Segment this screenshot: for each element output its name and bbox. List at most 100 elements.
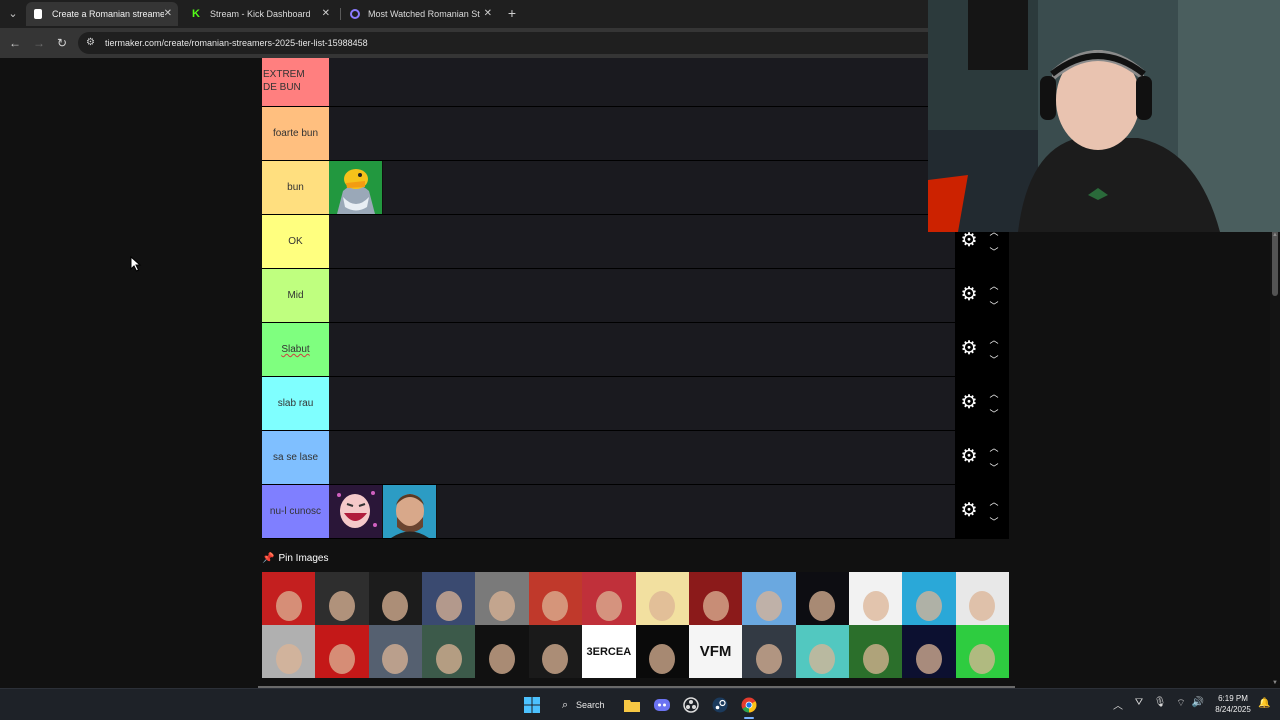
streamer-image-1-2[interactable] <box>315 572 369 625</box>
close-tab-icon[interactable]: ✕ <box>164 2 172 26</box>
chevron-up-icon[interactable]: ︿ <box>988 335 1000 345</box>
streamer-thumbnail-duck-wolf[interactable] <box>329 161 383 214</box>
streamer-thumbnail-man[interactable] <box>383 485 437 538</box>
streamer-image-2-3[interactable] <box>368 625 423 678</box>
streamer-image-1-13[interactable] <box>902 572 956 625</box>
tier-dropzone[interactable] <box>329 377 955 430</box>
streamer-image-2-4[interactable] <box>422 625 476 678</box>
tier-label-slab-rau[interactable]: slab rau <box>262 377 329 430</box>
streamer-image-2-5[interactable] <box>475 625 529 678</box>
tier-label-sa-se-lase[interactable]: sa se lase <box>262 431 329 484</box>
gear-icon[interactable]: ⚙ <box>959 285 979 305</box>
streamer-image-1-10[interactable] <box>742 572 796 625</box>
streamer-image-2-8[interactable] <box>635 625 689 678</box>
tier-dropzone[interactable] <box>329 485 955 538</box>
scroll-down-arrow-icon[interactable]: ▼ <box>1272 680 1278 686</box>
chevron-down-icon[interactable]: ﹀ <box>988 355 1000 365</box>
wifi-icon[interactable]: ⌔ <box>1174 697 1188 710</box>
steam-icon[interactable] <box>710 695 730 715</box>
chevron-up-icon[interactable]: ︿ <box>988 389 1000 399</box>
streamer-image-2-7[interactable]: 3ERCEA <box>582 625 636 678</box>
gear-icon[interactable]: ⚙ <box>959 339 979 359</box>
obs-studio-icon[interactable] <box>681 695 701 715</box>
streamer-image-2-9[interactable]: VFM <box>688 625 743 678</box>
streamer-image-2-11[interactable] <box>795 625 849 678</box>
new-tab-plus-icon[interactable]: + <box>504 4 520 22</box>
streamer-image-1-14[interactable] <box>955 572 1010 625</box>
windows-start-icon[interactable] <box>522 695 542 715</box>
streamer-image-1-1[interactable] <box>262 572 316 625</box>
reload-icon[interactable]: ↻ <box>53 34 71 52</box>
chrome-icon[interactable] <box>739 695 759 715</box>
file-explorer-icon[interactable] <box>622 695 642 715</box>
tier-label-extrem-de-bun[interactable]: EXTREM DE BUN <box>262 58 329 106</box>
tab-search-icon[interactable]: ⌄ <box>4 5 22 23</box>
streamer-image-2-14[interactable] <box>955 625 1010 678</box>
streamer-thumbnail-laughing[interactable] <box>329 485 383 538</box>
tier-label-foarte-bun[interactable]: foarte bun <box>262 107 329 160</box>
chevron-up-icon[interactable]: ︿ <box>988 497 1000 507</box>
tab-kick-dashboard[interactable]: K Stream - Kick Dashboard ✕ <box>184 2 336 26</box>
tier-dropzone[interactable] <box>329 269 955 322</box>
tier-dropzone[interactable] <box>329 107 955 160</box>
tier-dropzone[interactable] <box>329 58 955 106</box>
chevron-down-icon[interactable]: ﹀ <box>988 247 1000 257</box>
chevron-down-icon[interactable]: ﹀ <box>988 301 1000 311</box>
streamer-image-1-6[interactable] <box>528 572 583 625</box>
streamer-image-2-10[interactable] <box>742 625 796 678</box>
pin-images-toggle[interactable]: 📌 Pin Images <box>262 552 328 566</box>
taskbar-search-button[interactable]: ⌕ Search <box>556 694 612 716</box>
clock-date: 8/24/2025 <box>1215 705 1251 714</box>
streamer-image-1-11[interactable] <box>795 572 849 625</box>
streamer-image-1-9[interactable] <box>688 572 743 625</box>
streamer-image-2-13[interactable] <box>902 625 956 678</box>
streamer-image-1-5[interactable] <box>475 572 529 625</box>
tab-tiermaker[interactable]: Create a Romanian streamers 2 ✕ <box>26 2 178 26</box>
microphone-icon[interactable]: 🎙 <box>1153 697 1167 708</box>
pushpin-icon: 📌 <box>262 553 275 564</box>
gear-icon[interactable]: ⚙ <box>959 231 979 251</box>
notification-bell-icon[interactable]: 🔔 <box>1258 698 1270 709</box>
address-bar[interactable]: ⚙ tiermaker.com/create/romanian-streamer… <box>78 32 958 54</box>
streamer-image-2-2[interactable] <box>315 625 369 678</box>
tier-label-bun[interactable]: bun <box>262 161 329 214</box>
streamer-image-1-12[interactable] <box>848 572 903 625</box>
streamer-image-1-7[interactable] <box>582 572 636 625</box>
chevron-down-icon[interactable]: ﹀ <box>988 463 1000 473</box>
show-hidden-icons-icon[interactable]: ︿ <box>1111 697 1125 712</box>
tier-dropzone[interactable] <box>329 161 955 214</box>
tier-dropzone[interactable] <box>329 323 955 376</box>
taskbar-clock[interactable]: 6:19 PM 8/24/2025 <box>1210 693 1256 715</box>
gear-icon[interactable]: ⚙ <box>959 501 979 521</box>
tier-label-nu-l-cunosc[interactable]: nu-l cunosc <box>262 485 329 538</box>
tier-label-mid[interactable]: Mid <box>262 269 329 322</box>
back-arrow-icon[interactable]: ← <box>6 34 24 52</box>
streamer-image-2-6[interactable] <box>528 625 583 678</box>
chevron-up-icon[interactable]: ︿ <box>988 281 1000 291</box>
close-tab-icon[interactable]: ✕ <box>484 2 492 26</box>
gear-icon[interactable]: ⚙ <box>959 447 979 467</box>
gear-icon[interactable]: ⚙ <box>959 393 979 413</box>
streamer-image-2-1[interactable] <box>262 625 316 678</box>
volume-icon[interactable]: 🔊 <box>1191 697 1205 708</box>
tier-label-slabut[interactable]: Slabut <box>262 323 329 376</box>
tier-dropzone[interactable] <box>329 431 955 484</box>
forward-arrow-icon[interactable]: → <box>30 34 48 52</box>
chevron-down-icon[interactable]: ﹀ <box>988 409 1000 419</box>
streamer-image-1-4[interactable] <box>422 572 476 625</box>
close-tab-icon[interactable]: ✕ <box>322 2 330 26</box>
chevron-down-icon[interactable]: ﹀ <box>988 517 1000 527</box>
streamer-image-1-8[interactable] <box>635 572 689 625</box>
tier-label-ok[interactable]: OK <box>262 215 329 268</box>
streamer-image-1-3[interactable] <box>368 572 423 625</box>
chevron-up-icon[interactable]: ︿ <box>988 443 1000 453</box>
tier-controls: ⚙ ︿ ﹀ <box>955 323 1009 376</box>
streamer-image-2-12[interactable] <box>848 625 903 678</box>
tier-dropzone[interactable] <box>329 215 955 268</box>
vertical-scrollbar[interactable] <box>1270 174 1280 630</box>
tab-most-watched[interactable]: Most Watched Romanian Strea ✕ <box>342 2 498 26</box>
discord-icon[interactable] <box>652 695 672 715</box>
network-tray-icon[interactable]: ⛛ <box>1132 697 1146 708</box>
site-info-icon[interactable]: ⚙ <box>86 37 95 48</box>
scroll-up-arrow-icon[interactable]: ▲ <box>1272 232 1278 238</box>
